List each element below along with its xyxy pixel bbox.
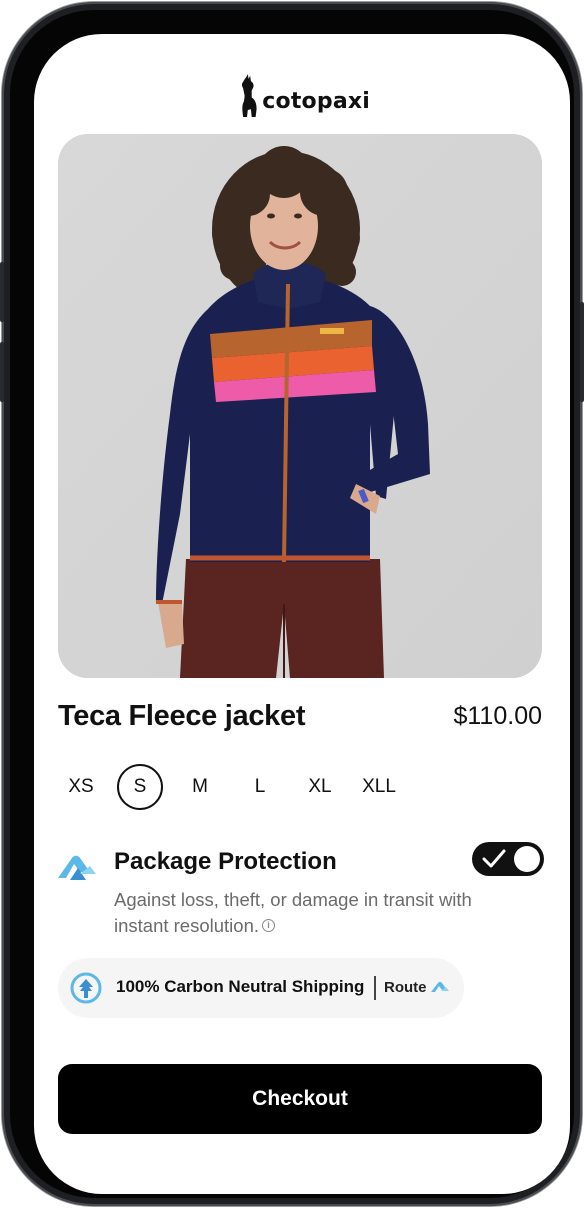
model-wearing-jacket-illustration xyxy=(58,134,542,678)
size-option-s[interactable]: S xyxy=(117,764,163,810)
checkmark-icon xyxy=(482,849,506,868)
package-protection-title: Package Protection xyxy=(114,848,337,875)
screen: cotopaxi Teca Fleece jacket $110.00 XS S… xyxy=(34,34,570,1194)
llama-icon xyxy=(241,74,257,118)
divider xyxy=(374,976,376,1000)
brand-logo[interactable]: cotopaxi xyxy=(240,68,370,124)
volume-down-button xyxy=(0,342,4,402)
route-shield-icon xyxy=(58,855,96,880)
volume-up-button xyxy=(0,262,4,322)
size-option-xl[interactable]: XL xyxy=(297,764,343,810)
route-logo-icon xyxy=(431,981,449,992)
toggle-knob xyxy=(514,846,540,872)
power-button xyxy=(580,302,584,402)
carbon-neutral-badge[interactable]: 100% Carbon Neutral Shipping Route xyxy=(58,958,464,1018)
size-option-m[interactable]: M xyxy=(177,764,223,810)
checkout-button[interactable]: Checkout xyxy=(58,1064,542,1134)
carbon-neutral-text: 100% Carbon Neutral Shipping xyxy=(116,977,365,996)
size-option-l[interactable]: L xyxy=(237,764,283,810)
product-image[interactable] xyxy=(58,134,542,678)
package-protection-toggle[interactable] xyxy=(472,842,544,876)
product-title: Teca Fleece jacket xyxy=(58,700,306,732)
size-selector: XS S M L XL XLL xyxy=(58,764,438,812)
info-icon[interactable]: i xyxy=(262,919,276,932)
tree-circle-icon xyxy=(70,972,102,1004)
package-protection-description-text: Against loss, theft, or damage in transi… xyxy=(114,889,472,936)
phone-frame: cotopaxi Teca Fleece jacket $110.00 XS S… xyxy=(0,2,584,1206)
route-label: Route xyxy=(384,979,427,996)
phone-bezel: cotopaxi Teca Fleece jacket $110.00 XS S… xyxy=(10,10,574,1198)
size-option-xs[interactable]: XS xyxy=(58,764,104,810)
brand-name: cotopaxi xyxy=(262,88,370,114)
size-option-xll[interactable]: XLL xyxy=(356,764,402,810)
product-price: $110.00 xyxy=(453,702,542,730)
package-protection-description: Against loss, theft, or damage in transi… xyxy=(114,887,494,939)
